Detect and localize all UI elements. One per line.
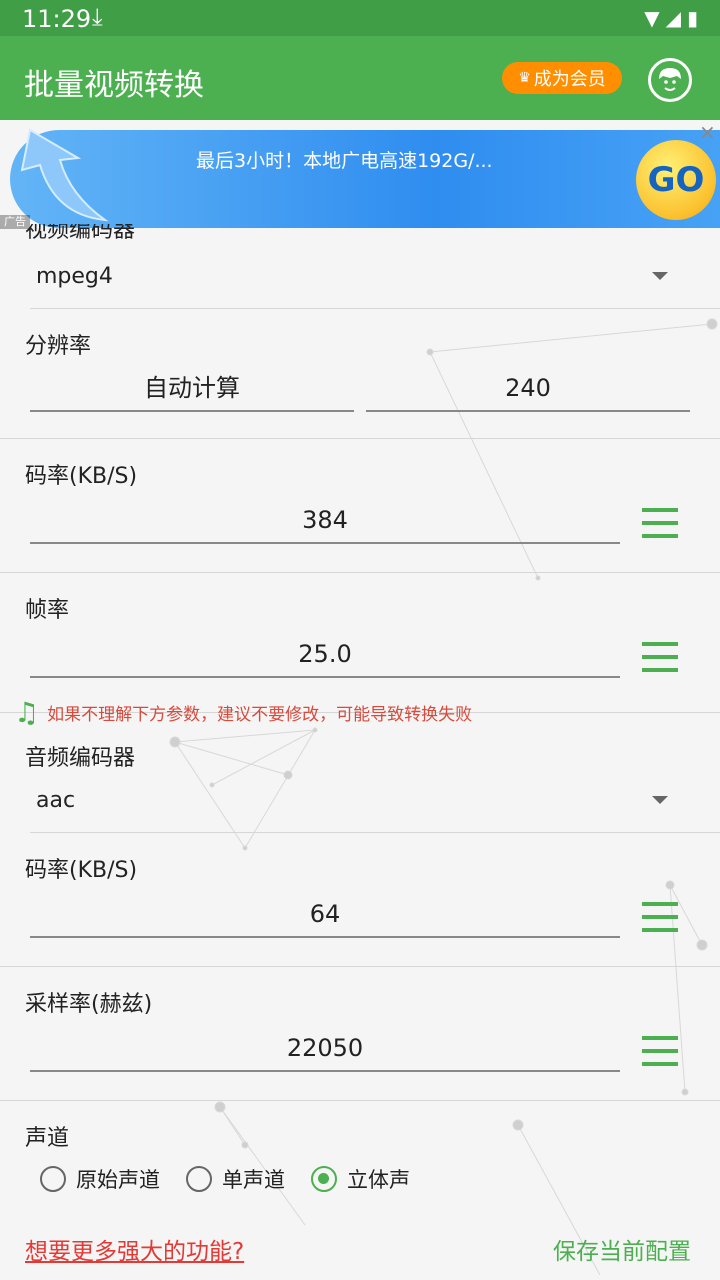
samplerate-input[interactable]: 22050 <box>30 1028 620 1072</box>
save-config-link[interactable]: 保存当前配置 <box>553 1232 691 1266</box>
status-icons: ▼◢▮ <box>644 6 704 30</box>
radio-label: 单声道 <box>222 1168 285 1192</box>
divider <box>0 438 720 439</box>
app-bar: 批量视频转换 ♛ 成为会员 <box>0 36 720 120</box>
radio-mono[interactable]: 单声道 <box>186 1164 285 1194</box>
radio-label: 原始声道 <box>76 1168 160 1192</box>
crown-icon: ♛ <box>518 70 531 86</box>
page-title: 批量视频转换 <box>24 68 204 103</box>
ad-close-icon[interactable]: × <box>699 120 716 144</box>
status-bar: 11:29 ⤓ ▼◢▮ <box>0 0 720 36</box>
samplerate-label: 采样率(赫兹) <box>25 992 153 1017</box>
framerate-menu-icon[interactable] <box>642 642 678 672</box>
chevron-down-icon[interactable] <box>652 272 668 280</box>
audio-codec-select[interactable]: aac <box>36 788 75 813</box>
vip-label: 成为会员 <box>533 69 606 90</box>
avatar[interactable] <box>648 58 692 102</box>
divider <box>30 308 720 309</box>
resolution-label: 分辨率 <box>25 334 92 359</box>
radio-label: 立体声 <box>347 1168 410 1192</box>
video-bitrate-label: 码率(KB/S) <box>25 464 138 489</box>
video-codec-label: 视频编码器 <box>25 224 136 240</box>
divider <box>0 966 720 967</box>
audio-codec-label: 音频编码器 <box>25 746 136 771</box>
video-bitrate-input[interactable]: 384 <box>30 500 620 544</box>
radio-original-channel[interactable]: 原始声道 <box>40 1164 160 1194</box>
radio-circle[interactable] <box>40 1166 66 1192</box>
video-bitrate-menu-icon[interactable] <box>642 508 678 538</box>
audio-bitrate-menu-icon[interactable] <box>642 902 678 932</box>
download-icon: ⤓ <box>92 3 103 31</box>
ad-background <box>10 130 720 228</box>
samplerate-menu-icon[interactable] <box>642 1036 678 1066</box>
divider <box>0 572 720 573</box>
framerate-input[interactable]: 25.0 <box>30 634 620 678</box>
ad-banner[interactable]: 最后3小时！本地广电高速192G/... GO × 广告 <box>0 120 720 230</box>
radio-circle[interactable] <box>186 1166 212 1192</box>
audio-bitrate-label: 码率(KB/S) <box>25 858 138 883</box>
warning-message: ♫ 如果不理解下方参数，建议不要修改，可能导致转换失败 <box>14 696 472 729</box>
resolution-height-input[interactable]: 240 <box>366 368 690 412</box>
resolution-width-input[interactable]: 自动计算 <box>30 368 354 412</box>
chevron-down-icon[interactable] <box>652 796 668 804</box>
more-features-link[interactable]: 想要更多强大的功能? <box>25 1232 244 1266</box>
channel-radio-group: 原始声道 单声道 立体声 <box>40 1164 436 1194</box>
music-note-icon: ♫ <box>14 696 40 729</box>
video-codec-select[interactable]: mpeg4 <box>36 264 113 289</box>
status-time: 11:29 <box>22 5 92 33</box>
divider <box>30 832 720 833</box>
radio-stereo[interactable]: 立体声 <box>311 1164 410 1194</box>
arrow-icon <box>20 128 109 222</box>
audio-bitrate-input[interactable]: 64 <box>30 894 620 938</box>
go-button[interactable]: GO <box>636 140 716 220</box>
channel-label: 声道 <box>25 1126 70 1151</box>
become-vip-button[interactable]: ♛ 成为会员 <box>502 62 622 94</box>
divider <box>0 1100 720 1101</box>
user-face-icon <box>659 68 681 91</box>
framerate-label: 帧率 <box>25 598 70 623</box>
warning-text: 如果不理解下方参数，建议不要修改，可能导致转换失败 <box>47 705 473 725</box>
ad-text: 最后3小时！本地广电高速192G/... <box>196 150 493 172</box>
radio-circle-checked[interactable] <box>311 1166 337 1192</box>
